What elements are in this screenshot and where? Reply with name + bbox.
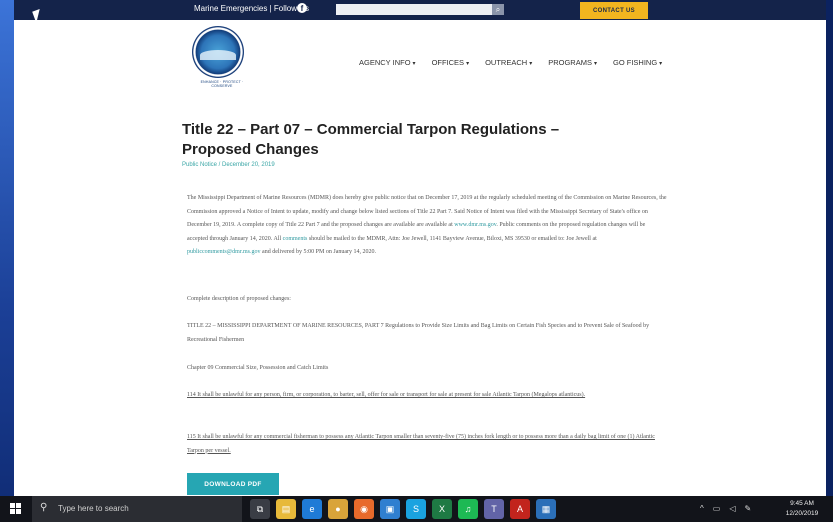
chapter-heading: Chapter 09 Commercial Size, Possession a…: [187, 365, 329, 371]
logo-wave: [200, 50, 236, 60]
chevron-down-icon: ▾: [659, 61, 663, 67]
taskbar: ⚲ Type here to search ⧉ ▤ e ● ◉ ▣ S X ♫ T A ▦ ^ ▭ ◁…: [0, 496, 833, 522]
time: 9:45 AM: [790, 500, 814, 507]
nav-label: AGENCY INFO: [359, 58, 411, 67]
file-explorer-icon[interactable]: ▤: [276, 499, 296, 519]
volume-icon[interactable]: ◁: [729, 504, 735, 513]
nav-agency-info[interactable]: AGENCY INFO ▾: [359, 58, 416, 67]
taskbar-search[interactable]: ⚲ Type here to search: [32, 496, 242, 522]
text: and delivered by 5:00 PM on January 14, …: [260, 249, 377, 255]
comments-link[interactable]: comments: [283, 236, 308, 242]
teams-icon[interactable]: T: [484, 499, 504, 519]
nav-offices[interactable]: OFFICES ▾: [432, 58, 470, 67]
firefox-icon[interactable]: ◉: [354, 499, 374, 519]
changes-heading: Complete description of proposed changes…: [187, 296, 291, 302]
chevron-down-icon: ▾: [412, 61, 416, 67]
site-search-input[interactable]: [336, 4, 492, 15]
edge-icon[interactable]: e: [302, 499, 322, 519]
spotify-icon[interactable]: ♫: [458, 499, 478, 519]
browser-page: Marine Emergencies | Follow Us f ⌕ CONTA…: [14, 0, 826, 496]
date: 12/20/2019: [785, 510, 819, 517]
nav-outreach[interactable]: OUTREACH ▾: [485, 58, 532, 67]
nav-label: PROGRAMS: [548, 58, 592, 67]
excel-icon[interactable]: X: [432, 499, 452, 519]
email-link[interactable]: publiccomments@dmr.ms.gov: [187, 249, 261, 255]
nav-label: OUTREACH: [485, 58, 528, 67]
app-icon[interactable]: ▦: [536, 499, 556, 519]
title-description: TITLE 22 – MISSISSIPPI DEPARTMENT OF MAR…: [187, 323, 650, 343]
rule-115: 115 It shall be unlawful for any commerc…: [187, 434, 655, 454]
nav-label: OFFICES: [431, 58, 465, 67]
store-icon[interactable]: ▣: [380, 499, 400, 519]
nav-go-fishing[interactable]: GO FISHING ▾: [613, 58, 662, 67]
search-icon: ⌕: [495, 5, 501, 14]
notice-paragraph: The Mississippi Department of Marine Res…: [187, 192, 667, 260]
chrome-icon[interactable]: ●: [328, 499, 348, 519]
taskbar-search-placeholder: Type here to search: [58, 504, 129, 513]
text: should be mailed to the MDMR, Attn: Joe …: [307, 235, 597, 242]
chevron-down-icon: ▾: [593, 61, 597, 67]
top-bar: Marine Emergencies | Follow Us f ⌕ CONTA…: [14, 0, 826, 20]
acrobat-icon[interactable]: A: [510, 499, 530, 519]
system-tray: ^ ▭ ◁ ✎: [700, 504, 751, 513]
nav-programs[interactable]: PROGRAMS ▾: [548, 58, 597, 67]
skype-icon[interactable]: S: [406, 499, 426, 519]
chevron-up-icon[interactable]: ^: [700, 504, 704, 513]
windows-start-icon[interactable]: [10, 503, 22, 515]
task-view-icon[interactable]: ⧉: [250, 499, 270, 519]
chevron-down-icon: ▾: [529, 61, 533, 67]
logo-tagline: ENHANCE · PROTECT · CONSERVE: [200, 80, 244, 88]
post-meta[interactable]: Public Notice / December 20, 2019: [182, 162, 275, 168]
marine-emergencies-link[interactable]: Marine Emergencies | Follow Us: [194, 4, 309, 13]
pen-icon[interactable]: ✎: [744, 504, 751, 513]
facebook-icon[interactable]: f: [297, 3, 307, 13]
page-title: Title 22 – Part 07 – Commercial Tarpon R…: [182, 121, 560, 158]
taskbar-apps: ⧉ ▤ e ● ◉ ▣ S X ♫ T A ▦: [250, 499, 556, 519]
contact-us-button[interactable]: CONTACT US: [580, 2, 648, 19]
nav-label: GO FISHING: [612, 58, 658, 67]
chevron-down-icon: ▾: [466, 61, 470, 67]
dmr-website-link[interactable]: www.dmr.ms.gov: [454, 222, 496, 228]
search-icon: ⚲: [40, 502, 48, 513]
battery-icon[interactable]: ▭: [713, 504, 721, 513]
download-pdf-button[interactable]: DOWNLOAD PDF: [187, 473, 279, 495]
main-nav: AGENCY INFO ▾ OFFICES ▾ OUTREACH ▾ PROGRAMS…: [359, 58, 662, 67]
search-button[interactable]: ⌕: [492, 4, 504, 15]
rule-114: 114 It shall be unlawful for any person,…: [187, 392, 586, 398]
taskbar-clock[interactable]: 9:45 AM 12/20/2019: [778, 499, 826, 519]
